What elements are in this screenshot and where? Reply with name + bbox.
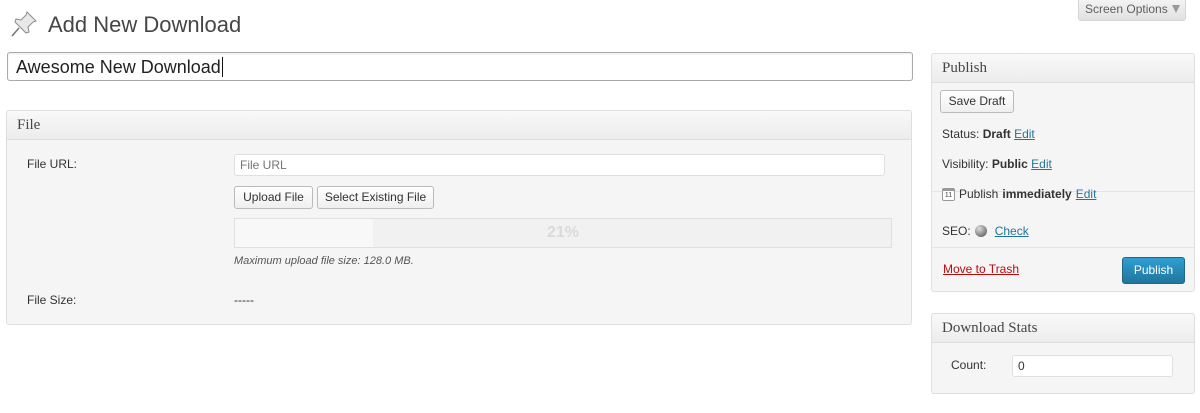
triangle-down-icon bbox=[1172, 5, 1180, 13]
file-size-label: File Size: bbox=[27, 293, 77, 307]
file-url-input[interactable] bbox=[234, 154, 885, 176]
publish-date-label: Publish bbox=[959, 187, 999, 201]
download-stats-heading[interactable]: Download Stats bbox=[932, 314, 1194, 343]
post-title-input[interactable]: Awesome New Download bbox=[7, 52, 913, 81]
publish-date-edit-link[interactable]: Edit bbox=[1076, 187, 1097, 201]
publish-date-row: 11 Publish immediately Edit bbox=[942, 187, 1096, 201]
status-value: Draft bbox=[982, 127, 1011, 141]
seo-label: SEO: bbox=[942, 224, 971, 238]
calendar-icon: 11 bbox=[942, 187, 955, 201]
divider bbox=[932, 247, 1194, 248]
max-upload-hint: Maximum upload file size: 128.0 MB. bbox=[234, 255, 414, 267]
visibility-row: Visibility: Public Edit bbox=[942, 157, 1052, 171]
seo-row: SEO: Check bbox=[942, 224, 1029, 238]
seo-status-dot-icon bbox=[974, 225, 987, 237]
status-row: Status: Draft Edit bbox=[942, 127, 1035, 141]
file-size-value: ----- bbox=[234, 293, 254, 307]
screen-options-button[interactable]: Screen Options bbox=[1078, 0, 1186, 21]
visibility-edit-link[interactable]: Edit bbox=[1031, 157, 1052, 171]
upload-progress-bar: 21% bbox=[234, 218, 892, 248]
post-title-text: Awesome New Download bbox=[16, 57, 221, 77]
save-draft-button[interactable]: Save Draft bbox=[940, 90, 1014, 113]
status-label: Status: bbox=[942, 127, 980, 141]
seo-check-link[interactable]: Check bbox=[995, 224, 1029, 238]
pushpin-icon bbox=[8, 8, 40, 40]
publish-date-value: immediately bbox=[1002, 187, 1072, 201]
screen-options-label: Screen Options bbox=[1085, 2, 1168, 16]
publish-button[interactable]: Publish bbox=[1122, 257, 1185, 284]
publish-metabox-heading[interactable]: Publish bbox=[932, 54, 1194, 83]
upload-file-button[interactable]: Upload File bbox=[234, 186, 313, 209]
file-metabox-heading[interactable]: File bbox=[7, 111, 911, 140]
text-cursor bbox=[221, 57, 223, 77]
count-input[interactable]: 0 bbox=[1012, 355, 1173, 377]
download-stats-metabox: Download Stats bbox=[931, 313, 1195, 394]
status-edit-link[interactable]: Edit bbox=[1014, 127, 1035, 141]
move-to-trash-link[interactable]: Move to Trash bbox=[943, 262, 1019, 276]
file-url-label: File URL: bbox=[27, 157, 78, 171]
visibility-label: Visibility: bbox=[942, 157, 989, 171]
visibility-value: Public bbox=[991, 157, 1028, 171]
page-title: Add New Download bbox=[48, 12, 242, 37]
select-existing-file-button[interactable]: Select Existing File bbox=[317, 186, 434, 209]
count-label: Count: bbox=[951, 358, 987, 372]
upload-progress-text: 21% bbox=[546, 224, 580, 241]
